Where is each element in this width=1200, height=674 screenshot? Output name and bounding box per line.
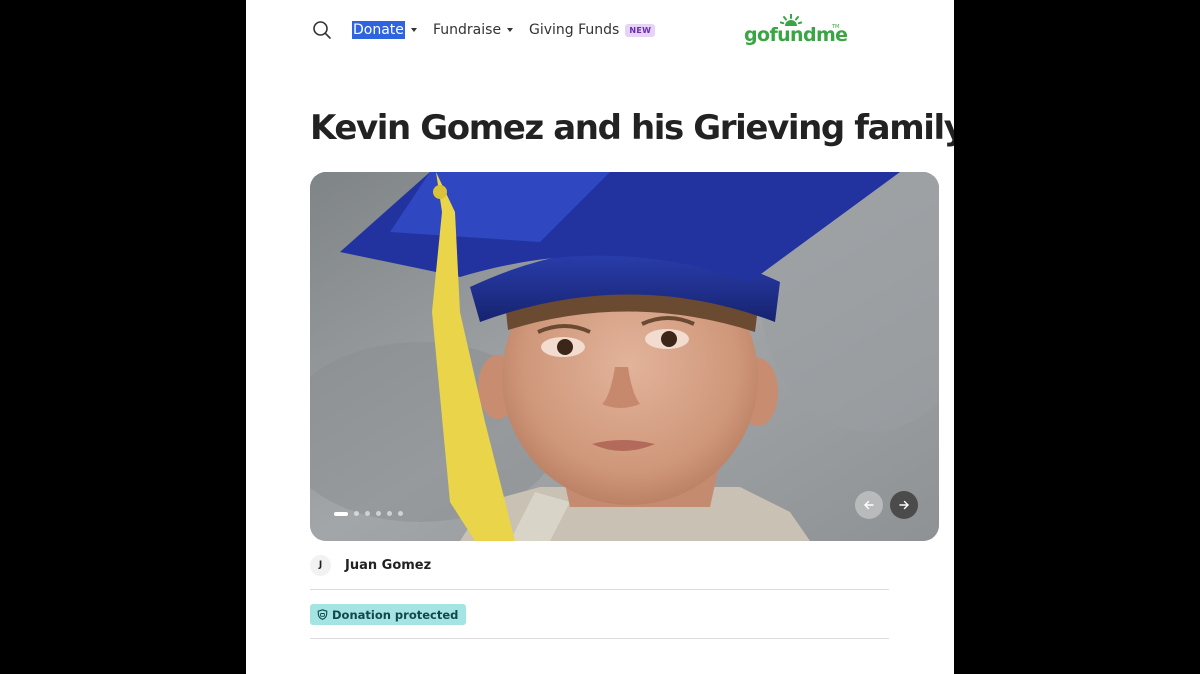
donation-protected-badge[interactable]: Donation protected <box>310 604 467 625</box>
organizer-row[interactable]: J Juan Gomez <box>310 554 431 576</box>
logo-trademark: TM <box>832 24 840 30</box>
organizer-avatar: J <box>310 554 331 576</box>
campaign-hero-carousel[interactable] <box>310 172 939 541</box>
donation-protected-label: Donation protected <box>332 607 459 622</box>
new-badge: NEW <box>625 23 656 37</box>
carousel-dot[interactable] <box>354 511 359 516</box>
nav-giving-funds-label: Giving Funds <box>529 22 620 38</box>
nav-donate-menu[interactable]: Donate <box>352 20 417 40</box>
section-divider <box>310 589 889 590</box>
campaign-page: Donate Fundraise Giving Funds NEW gofund… <box>246 0 954 674</box>
carousel-next-button[interactable] <box>890 491 918 519</box>
carousel-dot[interactable] <box>334 511 348 516</box>
campaign-title: Kevin Gomez and his Grieving family <box>310 108 954 148</box>
arrow-right-icon <box>899 500 909 510</box>
arrow-left-icon <box>864 500 874 510</box>
section-divider <box>310 638 889 639</box>
nav-giving-funds-link[interactable]: Giving Funds NEW <box>529 20 656 40</box>
carousel-dot[interactable] <box>376 511 381 516</box>
carousel-dot[interactable] <box>398 511 403 516</box>
campaign-photo <box>310 172 939 541</box>
carousel-pagination <box>334 511 403 516</box>
carousel-dot[interactable] <box>365 511 370 516</box>
chevron-down-icon <box>410 28 417 32</box>
search-icon <box>313 21 331 39</box>
nav-donate-label: Donate <box>352 21 405 39</box>
carousel-dot[interactable] <box>387 511 392 516</box>
search-button[interactable] <box>311 19 333 41</box>
organizer-name: Juan Gomez <box>345 557 432 573</box>
nav-fundraise-label: Fundraise <box>433 22 502 38</box>
chevron-down-icon <box>507 28 514 32</box>
carousel-prev-button[interactable] <box>855 491 883 519</box>
nav-fundraise-menu[interactable]: Fundraise <box>433 20 514 40</box>
shield-icon <box>317 609 328 620</box>
